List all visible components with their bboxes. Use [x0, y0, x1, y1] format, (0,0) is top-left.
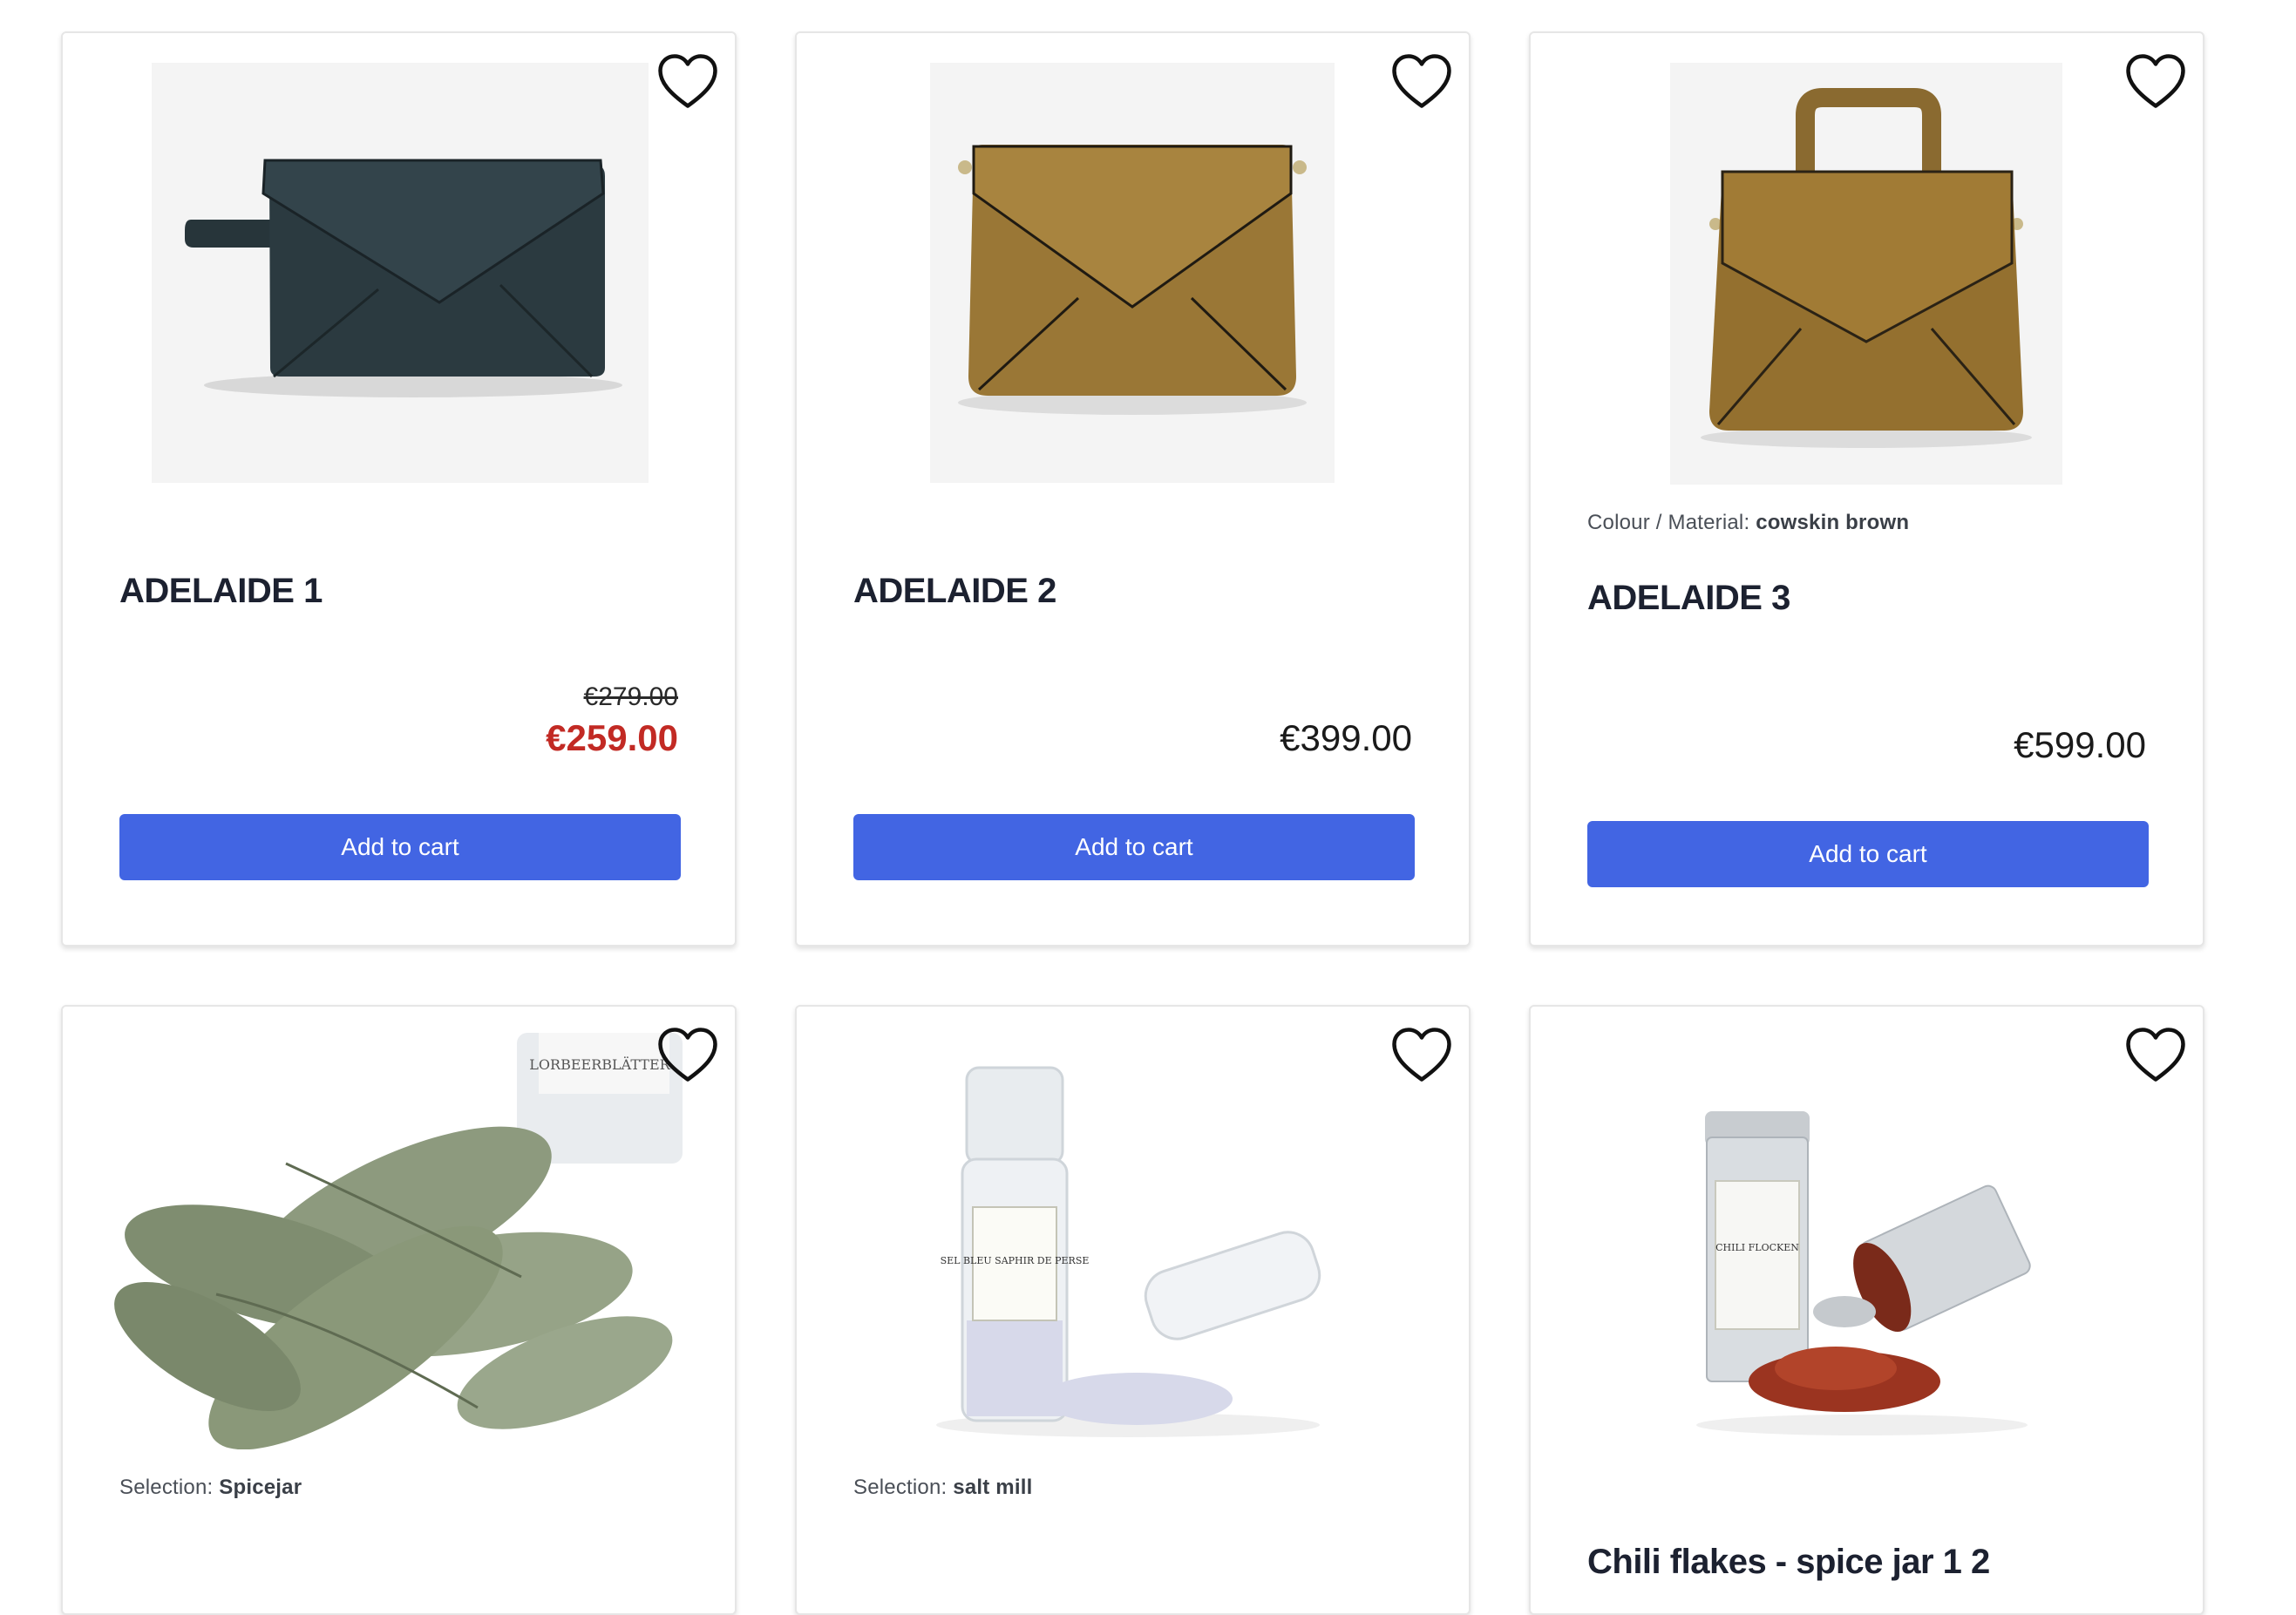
- crossbody-bag-image: [930, 63, 1335, 483]
- wishlist-heart-icon[interactable]: [2124, 52, 2187, 110]
- original-price: €279.00: [583, 682, 678, 711]
- product-image[interactable]: [930, 63, 1335, 483]
- sale-price: €259.00: [546, 717, 678, 758]
- product-grid: ADELAIDE 1 €279.00 €259.00 Add to cart A…: [0, 0, 2296, 1615]
- product-image[interactable]: SEL BLEU SAPHIR DE PERSE: [910, 1059, 1355, 1451]
- wishlist-heart-icon[interactable]: [1390, 1026, 1453, 1083]
- chili-tin-image: CHILI FLOCKEN: [1670, 1103, 2062, 1451]
- tin-label-text: CHILI FLOCKEN: [1715, 1242, 1799, 1253]
- variant-info: Selection: Spicejar: [119, 1476, 302, 1500]
- add-to-cart-button[interactable]: Add to cart: [119, 814, 681, 880]
- product-card[interactable]: ADELAIDE 2 €399.00 Add to cart: [795, 31, 1471, 947]
- product-card[interactable]: LORBEERBLÄTTER Selection: Spicejar: [61, 1005, 737, 1615]
- product-card[interactable]: CHILI FLOCKEN Chili flakes - spice jar 1…: [1529, 1005, 2204, 1615]
- product-card[interactable]: SEL BLEU SAPHIR DE PERSE Selection: salt…: [795, 1005, 1471, 1615]
- variant-label: Selection:: [119, 1476, 214, 1499]
- wishlist-heart-icon[interactable]: [1390, 52, 1453, 110]
- product-card[interactable]: Colour / Material: cowskin brown ADELAID…: [1529, 31, 2204, 947]
- variant-value: salt mill: [953, 1476, 1033, 1499]
- wishlist-heart-icon[interactable]: [656, 1026, 719, 1083]
- variant-info: Selection: salt mill: [853, 1476, 1032, 1500]
- product-title[interactable]: ADELAIDE 3: [1587, 579, 1790, 618]
- clutch-image: [152, 63, 649, 483]
- price: €599.00: [2014, 724, 2146, 765]
- bottle-label-text: SEL BLEU SAPHIR DE PERSE: [941, 1255, 1090, 1266]
- product-image[interactable]: CHILI FLOCKEN: [1670, 1103, 2062, 1451]
- variant-value: Spicejar: [219, 1476, 302, 1499]
- wishlist-heart-icon[interactable]: [656, 52, 719, 110]
- variant-label: Selection:: [853, 1476, 948, 1499]
- add-to-cart-button[interactable]: Add to cart: [853, 814, 1415, 880]
- product-image[interactable]: LORBEERBLÄTTER: [112, 1033, 689, 1449]
- product-image[interactable]: [1670, 63, 2062, 485]
- wishlist-heart-icon[interactable]: [2124, 1026, 2187, 1083]
- product-image[interactable]: [152, 63, 649, 483]
- handbag-image: [1670, 63, 2062, 485]
- jar-label-text: LORBEERBLÄTTER: [529, 1055, 670, 1073]
- salt-mill-image: SEL BLEU SAPHIR DE PERSE: [910, 1059, 1355, 1451]
- variant-label: Colour / Material:: [1587, 511, 1750, 534]
- product-title[interactable]: ADELAIDE 2: [853, 572, 1056, 611]
- variant-info: Colour / Material: cowskin brown: [1587, 511, 1909, 535]
- price: €399.00: [1280, 717, 1412, 758]
- product-card[interactable]: ADELAIDE 1 €279.00 €259.00 Add to cart: [61, 31, 737, 947]
- product-title[interactable]: ADELAIDE 1: [119, 572, 323, 611]
- product-title[interactable]: Chili flakes - spice jar 1 2: [1587, 1543, 1990, 1582]
- bay-leaves-image: LORBEERBLÄTTER: [112, 1033, 689, 1449]
- variant-value: cowskin brown: [1756, 511, 1910, 534]
- add-to-cart-button[interactable]: Add to cart: [1587, 821, 2149, 887]
